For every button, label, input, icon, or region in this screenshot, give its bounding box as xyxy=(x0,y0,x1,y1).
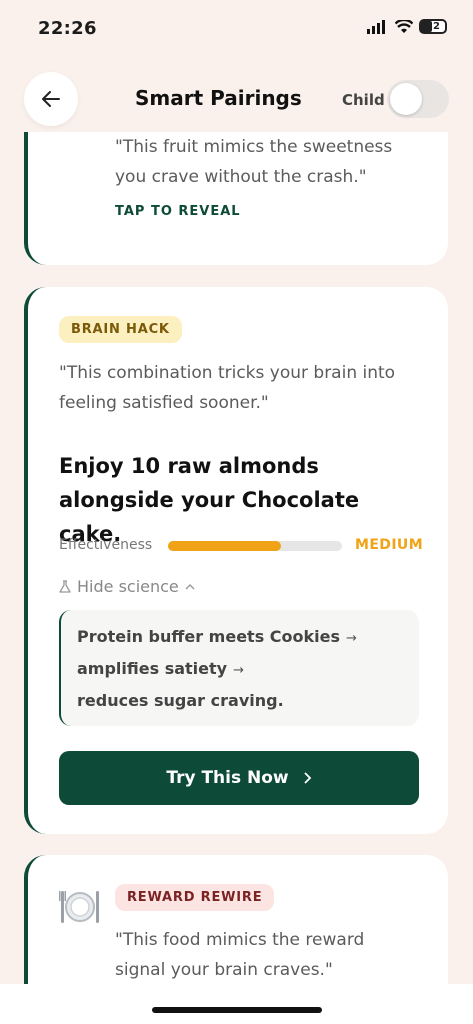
effectiveness-fill xyxy=(168,541,282,551)
pairing-quote: "This combination tricks your brain into… xyxy=(59,363,396,413)
status-icons: 32 xyxy=(367,19,447,34)
flask-icon xyxy=(59,579,71,593)
category-badge: REWARD REWIRE xyxy=(115,884,275,911)
pairing-headline: Enjoy 10 raw almonds alongside your Choc… xyxy=(59,454,360,546)
child-toggle-label: Child xyxy=(342,91,385,109)
effectiveness-bar xyxy=(168,541,342,551)
pairing-card: BRAIN HACK "This combination tricks your… xyxy=(24,287,448,834)
status-bar: 22:26 32 xyxy=(0,0,473,60)
header: Smart Pairings Child xyxy=(0,66,473,130)
wifi-icon xyxy=(395,19,413,33)
category-badge: BRAIN HACK xyxy=(59,316,182,343)
pairing-quote: "This fruit mimics the sweetness you cra… xyxy=(115,137,393,187)
plate-utensils-icon xyxy=(59,891,99,923)
try-this-now-button[interactable]: Try This Now xyxy=(59,751,419,805)
back-button[interactable] xyxy=(24,72,78,126)
arrow-right-icon: → xyxy=(346,631,357,646)
pairing-quote: "This food mimics the reward signal your… xyxy=(115,930,365,980)
arrow-right-icon: → xyxy=(233,663,244,678)
signal-icon xyxy=(367,19,385,34)
child-toggle[interactable] xyxy=(387,80,449,118)
pairings-list[interactable]: "This fruit mimics the sweetness you cra… xyxy=(0,132,473,984)
home-indicator[interactable] xyxy=(152,1007,322,1013)
try-button-label: Try This Now xyxy=(166,768,289,788)
bottom-bar xyxy=(0,984,473,1024)
hide-science-label: Hide science xyxy=(77,577,179,596)
pairing-card[interactable]: REWARD REWIRE "This food mimics the rewa… xyxy=(24,855,448,984)
pairing-card[interactable]: "This fruit mimics the sweetness you cra… xyxy=(24,132,448,265)
effectiveness-level: MEDIUM xyxy=(355,537,424,553)
science-step: reduces sugar craving. xyxy=(77,691,284,710)
science-step: Protein buffer meets Cookies → xyxy=(77,627,357,646)
page-title: Smart Pairings xyxy=(135,86,302,110)
status-time: 22:26 xyxy=(38,18,97,39)
chevron-up-icon xyxy=(185,583,195,589)
science-step: amplifies satiety → xyxy=(77,659,244,678)
chevron-right-icon xyxy=(304,772,311,784)
science-explanation: Protein buffer meets Cookies → amplifies … xyxy=(59,610,419,726)
arrow-left-icon xyxy=(42,91,60,107)
toggle-knob xyxy=(390,83,422,115)
effectiveness-label: Effectiveness xyxy=(59,537,153,553)
hide-science-toggle[interactable]: Hide science xyxy=(59,577,195,596)
tap-to-reveal-link[interactable]: TAP TO REVEAL xyxy=(115,204,241,219)
battery-icon: 32 xyxy=(419,19,447,34)
